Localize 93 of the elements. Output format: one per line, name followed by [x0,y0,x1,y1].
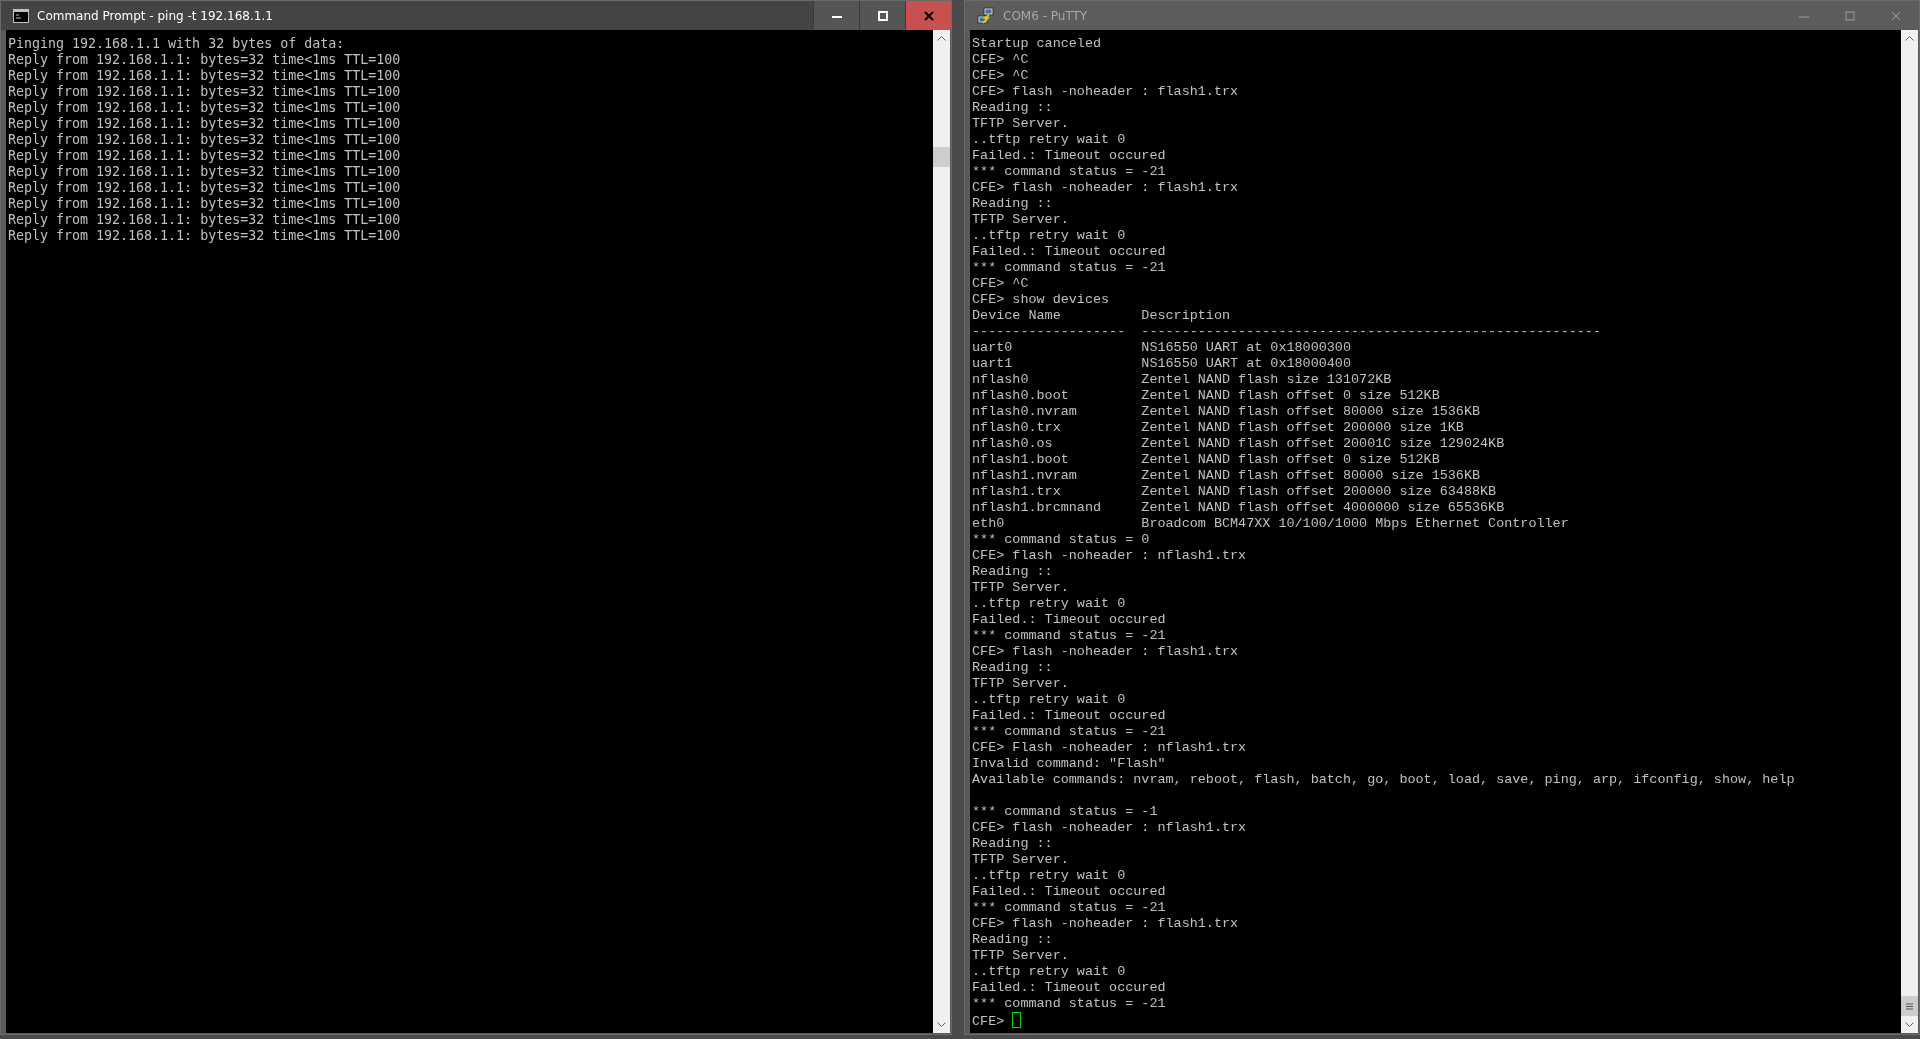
terminal-line: TFTP Server. [972,116,1070,132]
terminal-line: CFE> [972,1012,1901,1028]
terminal-line: *** command status = -21 [972,996,1167,1012]
terminal-line: nflash1.boot Zentel NAND flash offset 0 size 512KB [972,452,1441,468]
terminal-line: Reading :: [972,564,1054,580]
close-icon [1891,10,1901,21]
terminal-line: *** command status = -21 [972,900,1167,916]
window-title: Command Prompt - ping -t 192.168.1.1 [37,8,274,23]
terminal-line: *** command status = -1 [972,804,1159,820]
terminal-line: Failed.: Timeout occured [972,884,1167,900]
terminal-line: Reply from 192.168.1.1: bytes=32 time<1ms TTL=100 [8,84,402,100]
terminal-line: uart0 NS16550 UART at 0x18000300 [972,340,1352,356]
terminal-line: Reply from 192.168.1.1: bytes=32 time<1ms TTL=100 [8,100,402,116]
scrollbar[interactable] [1901,30,1918,1033]
terminal-line: CFE> flash -noheader : flash1.trx [972,916,1240,932]
terminal-line: Startup canceled [972,36,1103,52]
terminal-line: TFTP Server. [972,212,1070,228]
terminal-line: nflash0 Zentel NAND flash size 131072KB [972,372,1393,388]
terminal-line: Reading :: [972,836,1054,852]
terminal-line: nflash0.os Zentel NAND flash offset 20001C size 129024KB [972,436,1506,452]
scrollbar[interactable] [933,30,950,1033]
terminal-line: ..tftp retry wait 0 [972,868,1127,884]
terminal-line: Device Name Description [972,308,1232,324]
terminal-line: Reading :: [972,660,1054,676]
terminal-line: Available commands: nvram, reboot, flash, batch, go, boot, load, save, ping, arp, ifconfig, show, help [972,772,1796,788]
terminal-line: ..tftp retry wait 0 [972,132,1127,148]
terminal-line: Reply from 192.168.1.1: bytes=32 time<1ms TTL=100 [8,116,402,132]
chevron-down-icon [937,1022,946,1027]
terminal-line: CFE> ^C [972,276,1030,292]
terminal-line: Reply from 192.168.1.1: bytes=32 time<1ms TTL=100 [8,212,402,228]
terminal-line: CFE> flash -noheader : flash1.trx [972,84,1240,100]
terminal-line: Failed.: Timeout occured [972,708,1167,724]
maximize-icon [877,10,888,21]
terminal-line: Reply from 192.168.1.1: bytes=32 time<1ms TTL=100 [8,68,402,84]
terminal-line: nflash0.boot Zentel NAND flash offset 0 size 512KB [972,388,1441,404]
maximize-icon [1845,10,1855,21]
terminal-line: *** command status = -21 [972,724,1167,740]
terminal-line: ..tftp retry wait 0 [972,228,1127,244]
scrollbar-thumb[interactable] [1901,996,1918,1016]
terminal-line: *** command status = -21 [972,164,1167,180]
chevron-up-icon [1905,36,1914,41]
terminal-line: Reply from 192.168.1.1: bytes=32 time<1ms TTL=100 [8,164,402,180]
terminal-line: CFE> ^C [972,68,1030,84]
terminal-line: ..tftp retry wait 0 [972,596,1127,612]
terminal-line: TFTP Server. [972,580,1070,596]
terminal-line: *** command status = -21 [972,628,1167,644]
terminal-line: Reading :: [972,100,1054,116]
computers-lightning-icon [977,6,995,25]
terminal-line: nflash0.trx Zentel NAND flash offset 200000 size 1KB [972,420,1465,436]
terminal-line: CFE> Flash -noheader : nflash1.trx [972,740,1248,756]
terminal-line: Failed.: Timeout occured [972,148,1167,164]
terminal-line: Failed.: Timeout occured [972,612,1167,628]
scrollbar-thumb[interactable] [933,147,950,167]
window-title: COM6 - PuTTY [1003,8,1089,23]
grip-icon [1906,1002,1913,1010]
terminal-line: ..tftp retry wait 0 [972,692,1127,708]
terminal-line: TFTP Server. [972,852,1070,868]
terminal-line: CFE> show devices [972,292,1111,308]
terminal-line: Reply from 192.168.1.1: bytes=32 time<1ms TTL=100 [8,196,402,212]
terminal-line: Reply from 192.168.1.1: bytes=32 time<1ms TTL=100 [8,52,402,68]
terminal-line: Pinging 192.168.1.1 with 32 bytes of data: [8,36,346,52]
close-button[interactable] [905,1,951,30]
terminal-line: CFE> ^C [972,52,1030,68]
terminal-line: uart1 NS16550 UART at 0x18000400 [972,356,1352,372]
terminal-line: nflash1.brcmnand Zentel NAND flash offset 4000000 size 65536KB [972,500,1506,516]
terminal-line: Reading :: [972,932,1054,948]
terminal-line: TFTP Server. [972,676,1070,692]
terminal-line: CFE> flash -noheader : flash1.trx [972,180,1240,196]
terminal-line: *** command status = -21 [972,260,1167,276]
terminal-line: TFTP Server. [972,948,1070,964]
terminal-line: Failed.: Timeout occured [972,244,1167,260]
terminal-line: nflash1.trx Zentel NAND flash offset 200000 size 63488KB [972,484,1498,500]
terminal-line: CFE> flash -noheader : nflash1.trx [972,548,1248,564]
terminal-line: CFE> flash -noheader : flash1.trx [972,644,1240,660]
chevron-up-icon [937,36,946,41]
chevron-down-icon [1905,1022,1914,1027]
terminal-line: Reply from 192.168.1.1: bytes=32 time<1ms TTL=100 [8,132,402,148]
terminal-line: *** command status = 0 [972,532,1151,548]
terminal-line: Reading :: [972,196,1054,212]
terminal-line: Invalid command: "Flash" [972,756,1167,772]
terminal-line: Reply from 192.168.1.1: bytes=32 time<1ms TTL=100 [8,228,402,244]
terminal-line: nflash1.nvram Zentel NAND flash offset 80000 size 1536KB [972,468,1482,484]
terminal-line: CFE> flash -noheader : nflash1.trx [972,820,1248,836]
maximize-button[interactable] [859,1,905,30]
terminal-line: Reply from 192.168.1.1: bytes=32 time<1ms TTL=100 [8,148,402,164]
terminal-line: ..tftp retry wait 0 [972,964,1127,980]
terminal-line: eth0 Broadcom BCM47XX 10/100/1000 Mbps Ethernet Controller [972,516,1570,532]
terminal-line: ------------------- --------------------------------------------------------- [972,324,1602,340]
terminal-line: Failed.: Timeout occured [972,980,1167,996]
terminal-line: Reply from 192.168.1.1: bytes=32 time<1ms TTL=100 [8,180,402,196]
terminal-line: nflash0.nvram Zentel NAND flash offset 80000 size 1536KB [972,404,1482,420]
close-icon [923,10,934,21]
terminal-icon [13,8,29,23]
